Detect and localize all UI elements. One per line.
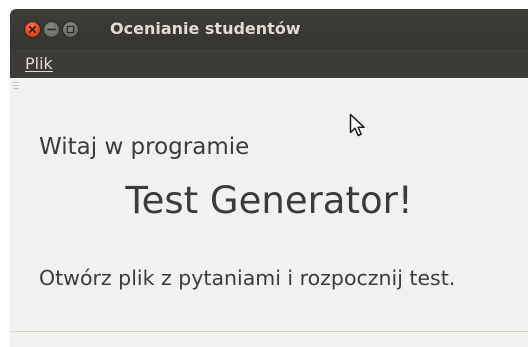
menu-bar: Plik <box>10 49 528 78</box>
app-name-heading: Test Generator! <box>125 179 413 222</box>
welcome-text: Witaj w programie <box>39 134 250 160</box>
close-button[interactable] <box>24 21 41 38</box>
status-bar <box>10 331 528 347</box>
instruction-text: Otwórz plik z pytaniami i rozpocznij tes… <box>39 266 456 290</box>
maximize-icon <box>66 25 75 34</box>
maximize-button[interactable] <box>62 21 79 38</box>
menu-file[interactable]: Plik <box>25 54 53 73</box>
close-icon <box>28 25 37 34</box>
mouse-pointer-icon <box>349 113 365 137</box>
window-title: Ocenianie studentów <box>110 19 301 38</box>
main-content: Witaj w programie Test Generator! Otwórz… <box>10 78 528 332</box>
title-bar[interactable]: Ocenianie studentów <box>10 9 528 49</box>
app-window: Ocenianie studentów Plik Witaj w program… <box>10 9 528 347</box>
minimize-icon <box>47 28 56 31</box>
minimize-button[interactable] <box>43 21 60 38</box>
